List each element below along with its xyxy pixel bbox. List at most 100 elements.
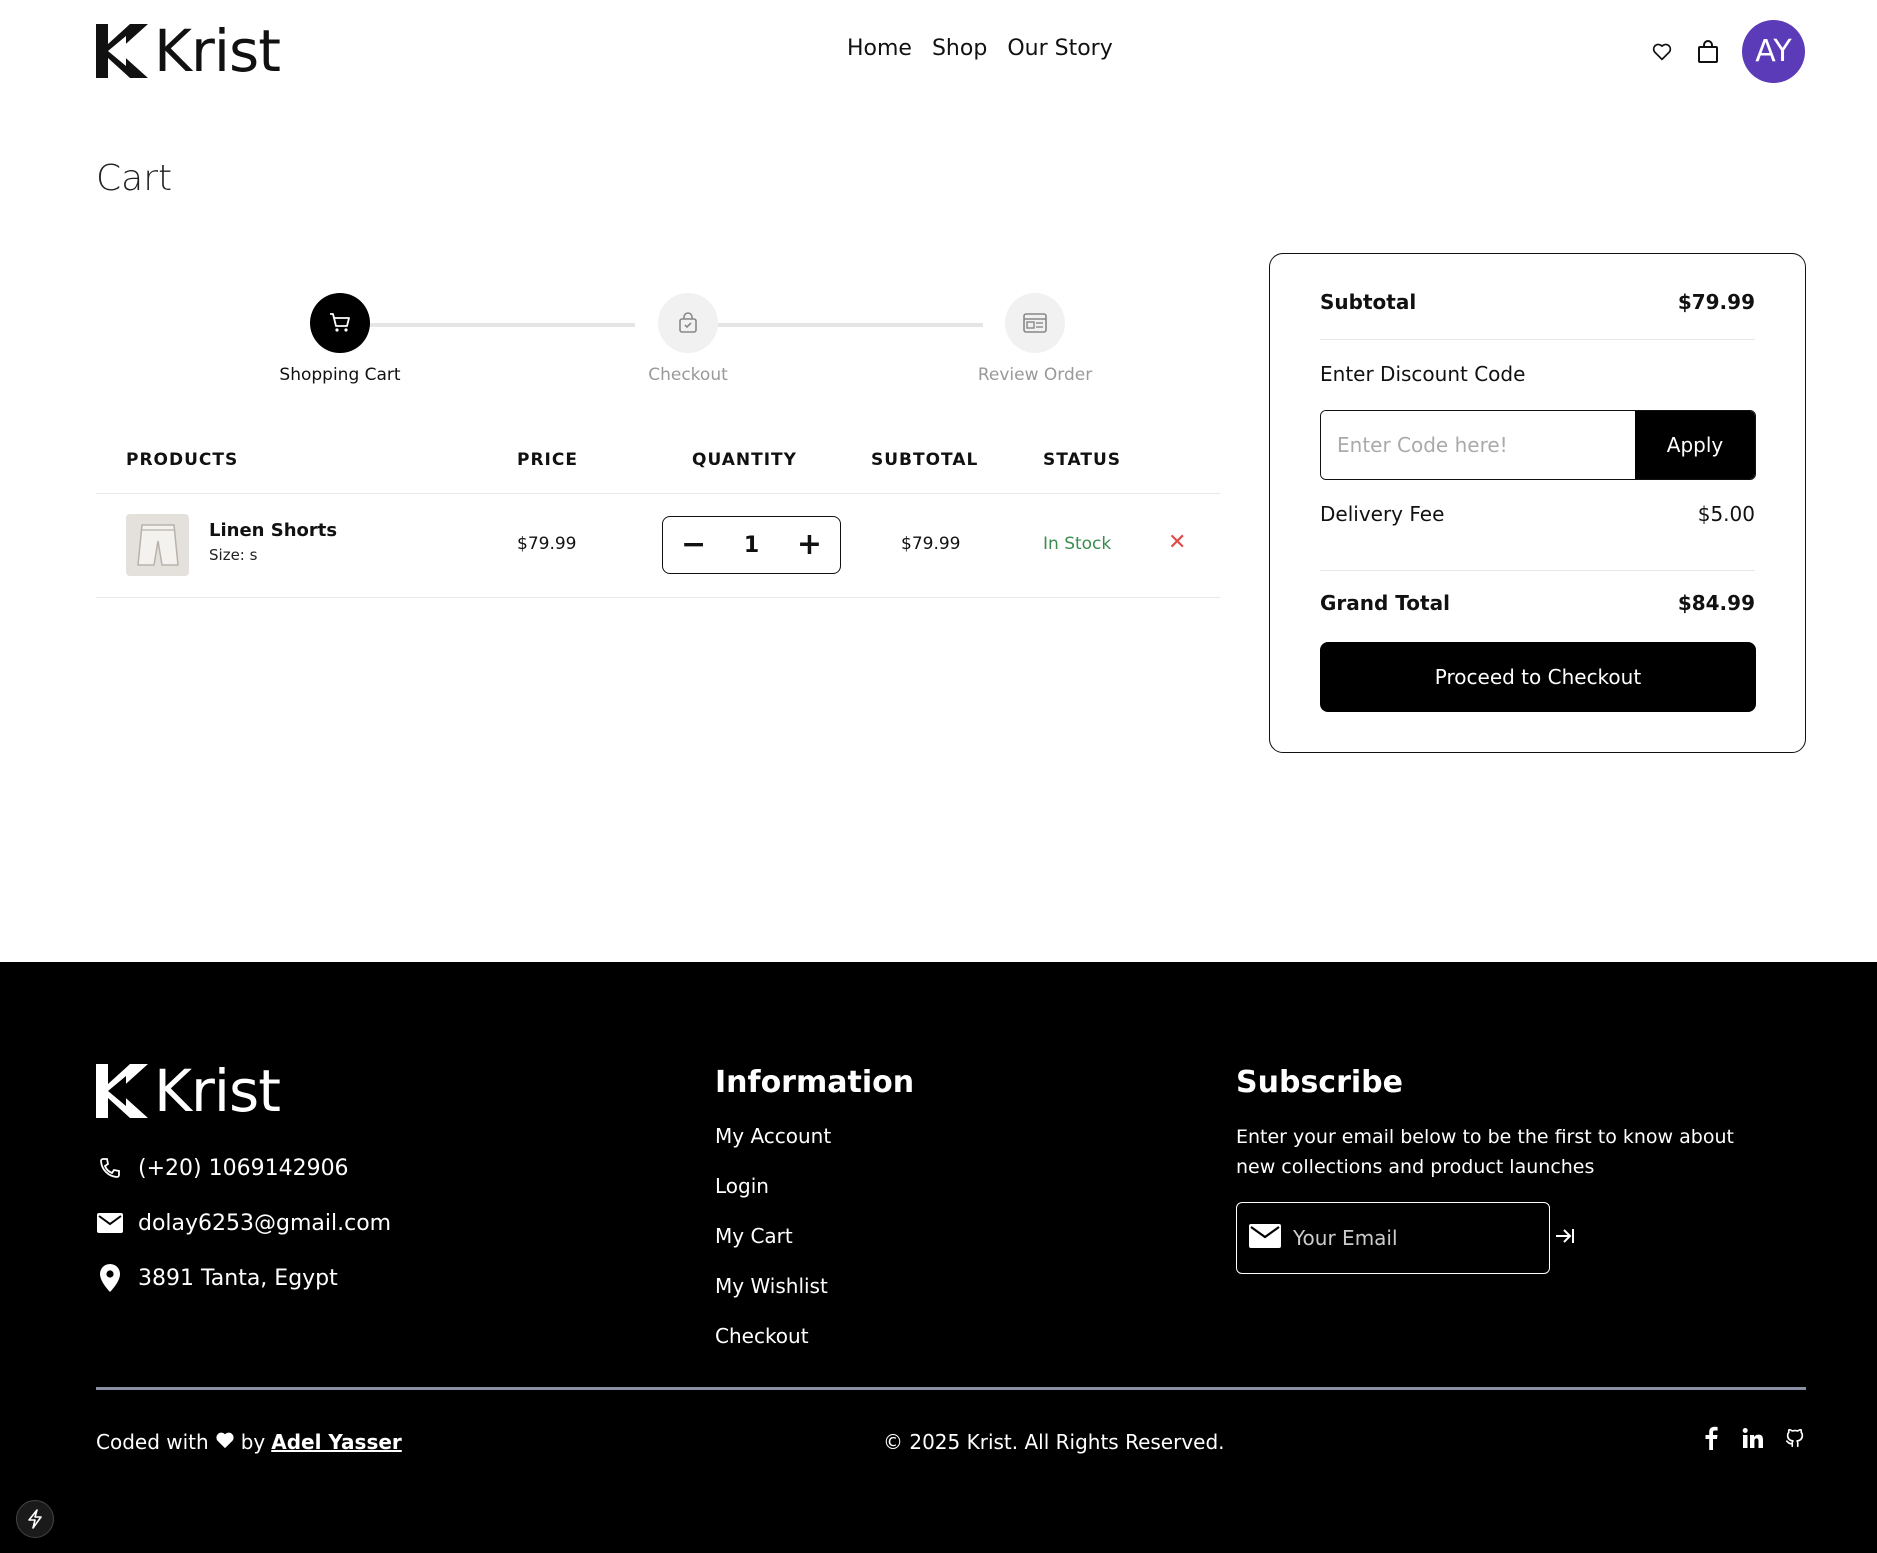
subtotal-label: Subtotal (1320, 290, 1417, 314)
author-link[interactable]: Adel Yasser (271, 1430, 402, 1454)
product-name[interactable]: Linen Shorts (209, 520, 337, 541)
footer-link-my-cart[interactable]: My Cart (715, 1224, 793, 1248)
proceed-to-checkout-button[interactable]: Proceed to Checkout (1320, 642, 1756, 712)
subscribe-title: Subscribe (1236, 1065, 1403, 1100)
social-links (1699, 1424, 1807, 1452)
coded-with-text: Coded with (96, 1430, 209, 1454)
header-actions: AY (1650, 20, 1805, 83)
email-address: dolay6253@gmail.com (138, 1210, 392, 1236)
submit-arrow-icon[interactable] (1554, 1226, 1576, 1250)
discount-label: Enter Discount Code (1320, 362, 1526, 386)
table-header: PRODUCTS PRICE QUANTITY SUBTOTAL STATUS (96, 438, 1220, 494)
heart-icon[interactable] (1650, 40, 1674, 64)
subscribe-form (1236, 1202, 1574, 1274)
footer-logo[interactable]: Krist (96, 1057, 281, 1125)
footer-link-my-account[interactable]: My Account (715, 1124, 831, 1148)
subscribe-email-input[interactable] (1293, 1226, 1542, 1250)
remove-item-icon[interactable]: ✕ (1168, 530, 1186, 555)
delivery-value: $5.00 (1697, 502, 1755, 526)
divider (1320, 339, 1755, 340)
step-circle (1005, 293, 1065, 353)
table-row: Linen Shorts Size: s $79.99 − 1 + $79.99… (96, 494, 1220, 598)
footer-divider (96, 1387, 1806, 1390)
by-text: by (240, 1430, 266, 1454)
heart-icon (215, 1430, 235, 1454)
page-title: Cart (96, 158, 173, 199)
header-price: PRICE (517, 450, 578, 470)
increase-button[interactable]: + (797, 530, 822, 560)
cart-icon (330, 313, 350, 332)
step-shopping-cart[interactable]: Shopping Cart (240, 293, 440, 385)
quantity-stepper: − 1 + (662, 516, 841, 574)
subtotal-value: $79.99 (1677, 290, 1755, 314)
delivery-row: Delivery Fee $5.00 (1320, 502, 1755, 526)
product-size: Size: s (209, 546, 258, 564)
grand-total-value: $84.99 (1677, 591, 1755, 615)
shopping-bag-icon[interactable] (1696, 39, 1720, 64)
contact-address: 3891 Tanta, Egypt (96, 1264, 338, 1292)
address: 3891 Tanta, Egypt (138, 1265, 338, 1291)
step-label: Checkout (648, 365, 728, 385)
facebook-icon[interactable] (1699, 1424, 1723, 1452)
location-pin-icon (96, 1264, 124, 1292)
cart-table: PRODUCTS PRICE QUANTITY SUBTOTAL STATUS … (96, 438, 1220, 598)
user-avatar[interactable]: AY (1742, 20, 1805, 83)
mail-icon (1249, 1224, 1281, 1252)
linkedin-icon[interactable] (1741, 1424, 1765, 1452)
subtotal-row: Subtotal $79.99 (1320, 290, 1755, 314)
phone-number: (+20) 1069142906 (138, 1155, 349, 1181)
review-icon (1023, 313, 1047, 333)
site-footer: Krist (+20) 1069142906 dolay6253@gmail.c… (0, 962, 1877, 1553)
github-icon[interactable] (1783, 1424, 1807, 1452)
step-circle (310, 293, 370, 353)
main-nav: Home Shop Our Story (847, 36, 1113, 61)
phone-icon (96, 1154, 124, 1182)
header-subtotal: SUBTOTAL (871, 450, 979, 470)
copyright: © 2025 Krist. All Rights Reserved. (883, 1430, 1225, 1454)
footer-link-checkout[interactable]: Checkout (715, 1324, 809, 1348)
header-products: PRODUCTS (126, 450, 239, 470)
footer-brand-name: Krist (154, 1057, 281, 1125)
brand-mark-icon (96, 24, 148, 78)
product-subtotal: $79.99 (901, 534, 961, 554)
grand-total-label: Grand Total (1320, 591, 1450, 615)
nav-home[interactable]: Home (847, 36, 912, 61)
step-review-order[interactable]: Review Order (935, 293, 1135, 385)
step-checkout[interactable]: Checkout (588, 293, 788, 385)
discount-code-input[interactable] (1321, 411, 1635, 479)
order-summary: Subtotal $79.99 Enter Discount Code Appl… (1269, 253, 1806, 753)
nav-shop[interactable]: Shop (932, 36, 987, 61)
delivery-label: Delivery Fee (1320, 502, 1445, 526)
brand-name: Krist (154, 17, 281, 85)
contact-phone[interactable]: (+20) 1069142906 (96, 1154, 349, 1182)
brand-mark-icon (96, 1064, 148, 1118)
information-title: Information (715, 1065, 915, 1100)
brand-logo[interactable]: Krist (96, 17, 281, 85)
mail-icon (96, 1209, 124, 1237)
site-header: Krist Home Shop Our Story AY (0, 0, 1877, 104)
step-circle (658, 293, 718, 353)
bag-check-icon (679, 312, 697, 333)
header-quantity: QUANTITY (692, 450, 797, 470)
apply-button[interactable]: Apply (1635, 411, 1755, 479)
footer-link-my-wishlist[interactable]: My Wishlist (715, 1274, 828, 1298)
step-label: Review Order (977, 365, 1093, 385)
footer-link-login[interactable]: Login (715, 1174, 769, 1198)
quantity-value: 1 (743, 532, 760, 558)
subscribe-text: Enter your email below to be the first t… (1236, 1126, 1734, 1178)
credits: Coded with by Adel Yasser (96, 1430, 402, 1454)
nav-our-story[interactable]: Our Story (1007, 36, 1112, 61)
dev-tools-badge[interactable] (16, 1500, 54, 1538)
discount-form: Apply (1320, 410, 1756, 480)
status-badge: In Stock (1043, 534, 1112, 554)
decrease-button[interactable]: − (681, 530, 706, 560)
header-status: STATUS (1043, 450, 1122, 470)
step-label: Shopping Cart (279, 365, 401, 385)
product-thumbnail[interactable] (126, 514, 189, 576)
shorts-image (136, 524, 179, 566)
divider (1320, 570, 1755, 571)
product-price: $79.99 (517, 534, 577, 554)
contact-email[interactable]: dolay6253@gmail.com (96, 1209, 391, 1237)
lightning-icon (28, 1509, 42, 1529)
checkout-stepper: Shopping Cart Checkout Review Order (230, 293, 1092, 393)
